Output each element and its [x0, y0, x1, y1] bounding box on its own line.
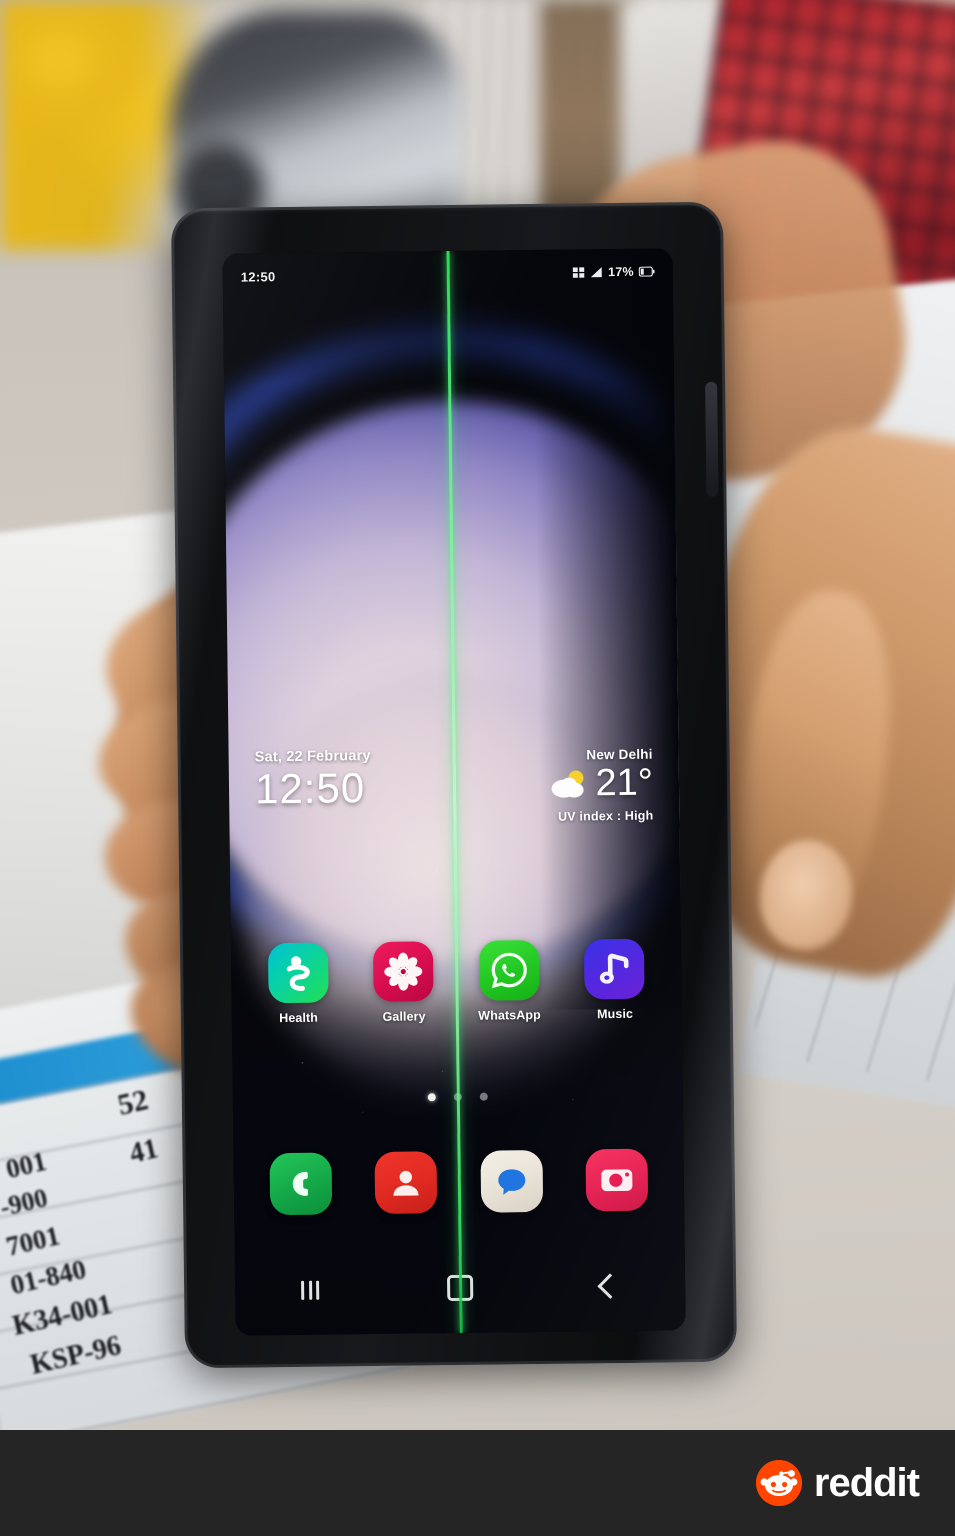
- battery-icon: [638, 266, 655, 277]
- whatsapp-icon: [478, 939, 540, 1001]
- gallery-icon: [373, 941, 434, 1002]
- status-bar-time: 12:50: [240, 268, 276, 285]
- contacts-icon: [374, 1151, 438, 1214]
- app-label: Gallery: [382, 1009, 426, 1024]
- back-button[interactable]: [583, 1266, 637, 1307]
- phone-screen[interactable]: 12:50 17% Sat, 22 February 12:50 New Del…: [222, 248, 686, 1336]
- recents-icon: [301, 1280, 320, 1300]
- back-icon: [597, 1273, 623, 1299]
- clock-widget[interactable]: Sat, 22 February 12:50: [255, 748, 373, 879]
- music-icon: [584, 938, 645, 1000]
- dock-app-phone[interactable]: [258, 1152, 343, 1216]
- battery-percent-label: 17%: [608, 264, 634, 280]
- app-label: Music: [597, 1006, 634, 1022]
- wallpaper-right-shade: [532, 248, 682, 1010]
- app-label: Health: [279, 1010, 319, 1026]
- clock-date: Sat, 22 February: [254, 748, 371, 766]
- app-health[interactable]: Health: [256, 942, 341, 1025]
- smartphone: 12:50 17% Sat, 22 February 12:50 New Del…: [170, 201, 738, 1369]
- status-bar-icons: 17%: [573, 265, 655, 280]
- messages-icon: [480, 1149, 543, 1213]
- signal-bars-icon: [591, 267, 603, 278]
- page-dot-active[interactable]: [427, 1093, 436, 1102]
- app-whatsapp[interactable]: WhatsApp: [467, 939, 552, 1023]
- page-dot[interactable]: [479, 1092, 488, 1101]
- dock-app-camera[interactable]: [575, 1148, 660, 1212]
- weather-temperature: 21°: [595, 761, 654, 805]
- dock-app-contacts[interactable]: [364, 1151, 449, 1214]
- partly-cloudy-icon: [551, 770, 584, 798]
- dock-app-messages[interactable]: [469, 1149, 554, 1213]
- recents-button[interactable]: [283, 1269, 337, 1310]
- reddit-snoo-icon: [755, 1460, 802, 1506]
- reddit-watermark-bar: reddit: [0, 1430, 955, 1536]
- app-label: WhatsApp: [478, 1007, 541, 1023]
- app-gallery[interactable]: Gallery: [361, 941, 446, 1024]
- reddit-wordmark: reddit: [813, 1460, 920, 1505]
- weather-city: New Delhi: [586, 746, 653, 763]
- clock-time: 12:50: [254, 764, 366, 813]
- weather-widget[interactable]: New Delhi 21° UV index : High: [549, 745, 654, 876]
- app-music[interactable]: Music: [572, 938, 657, 1022]
- phone-icon: [269, 1152, 332, 1216]
- network-icon: [573, 267, 585, 278]
- screenshot-root: 52 41 001 -900 7001 01-840 K34-001 KSP-9…: [0, 0, 955, 1536]
- weather-uv-index: UV index : High: [557, 808, 654, 824]
- health-icon: [267, 942, 329, 1004]
- camera-icon: [585, 1148, 649, 1212]
